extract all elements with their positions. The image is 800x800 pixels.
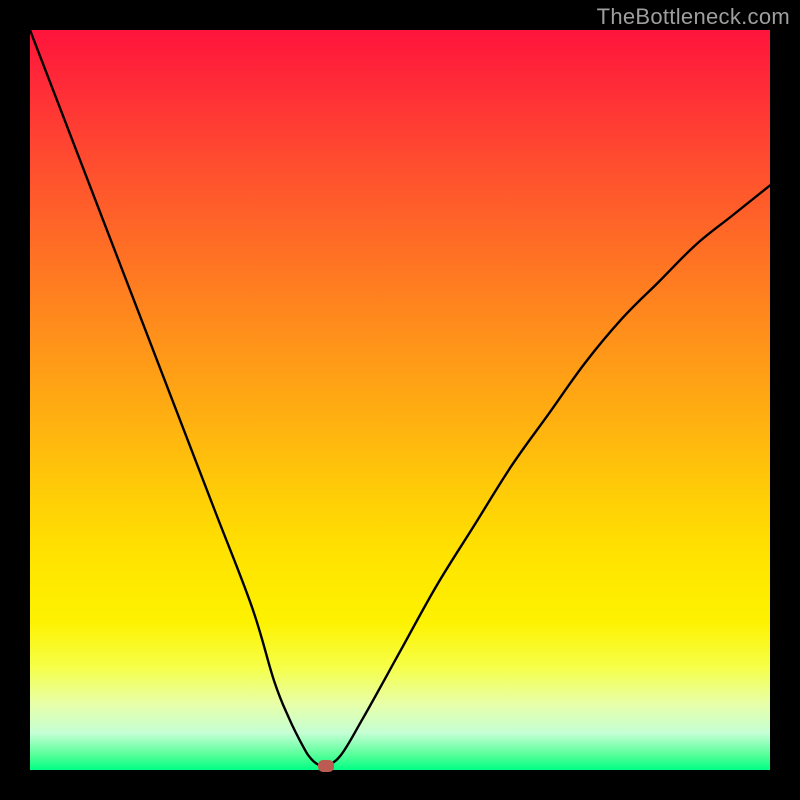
watermark-text: TheBottleneck.com [597, 4, 790, 30]
chart-container: TheBottleneck.com [0, 0, 800, 800]
plot-area [30, 30, 770, 770]
optimal-point-marker [318, 760, 334, 772]
bottleneck-curve [30, 30, 770, 770]
